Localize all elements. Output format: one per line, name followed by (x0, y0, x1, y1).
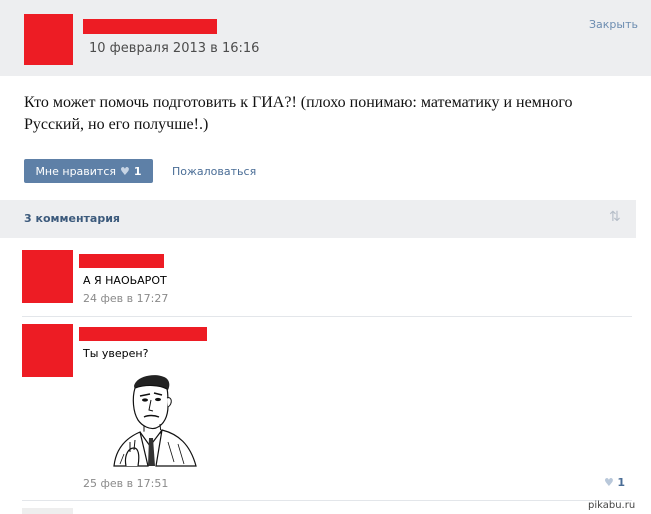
author-name-redacted[interactable] (83, 19, 217, 34)
are-you-sure-meme-image (113, 375, 197, 467)
comment-author-redacted[interactable] (79, 327, 207, 341)
like-count: 1 (133, 164, 142, 178)
comment-divider (22, 316, 632, 317)
comment-date[interactable]: 24 фев в 17:27 (83, 292, 168, 305)
comment-like-button[interactable]: ♥ 1 (604, 476, 625, 489)
comment-avatar-redacted[interactable] (22, 324, 73, 377)
watermark: pikabu.ru (588, 500, 636, 511)
comment-divider (22, 500, 632, 501)
comment-text: А Я НАОЬАРОТ (83, 274, 167, 287)
comment-avatar-partial (22, 508, 73, 514)
comment-avatar-redacted[interactable] (22, 250, 73, 303)
post-date[interactable]: 10 февраля 2013 в 16:16 (89, 41, 259, 56)
comment-text: Ты уверен? (83, 347, 149, 360)
heart-icon: ♥ (604, 476, 614, 489)
post-header (0, 0, 651, 76)
heart-icon: ♥ (120, 164, 130, 178)
post-text: Кто может помочь подготовить к ГИА?! (пл… (24, 94, 573, 133)
comment-like-count: 1 (617, 476, 626, 489)
like-button[interactable]: Мне нравится ♥ 1 (24, 159, 153, 183)
report-link[interactable]: Пожаловаться (172, 165, 256, 178)
comment-date[interactable]: 25 фев в 17:51 (83, 477, 168, 490)
close-button[interactable]: Закрыть (589, 18, 638, 31)
author-avatar-redacted[interactable] (24, 14, 73, 65)
sort-arrows-icon[interactable]: ⇅ (609, 209, 621, 225)
comments-count[interactable]: 3 комментария (24, 212, 120, 225)
like-label: Мне нравится (35, 164, 117, 178)
comment-author-redacted[interactable] (79, 254, 164, 268)
